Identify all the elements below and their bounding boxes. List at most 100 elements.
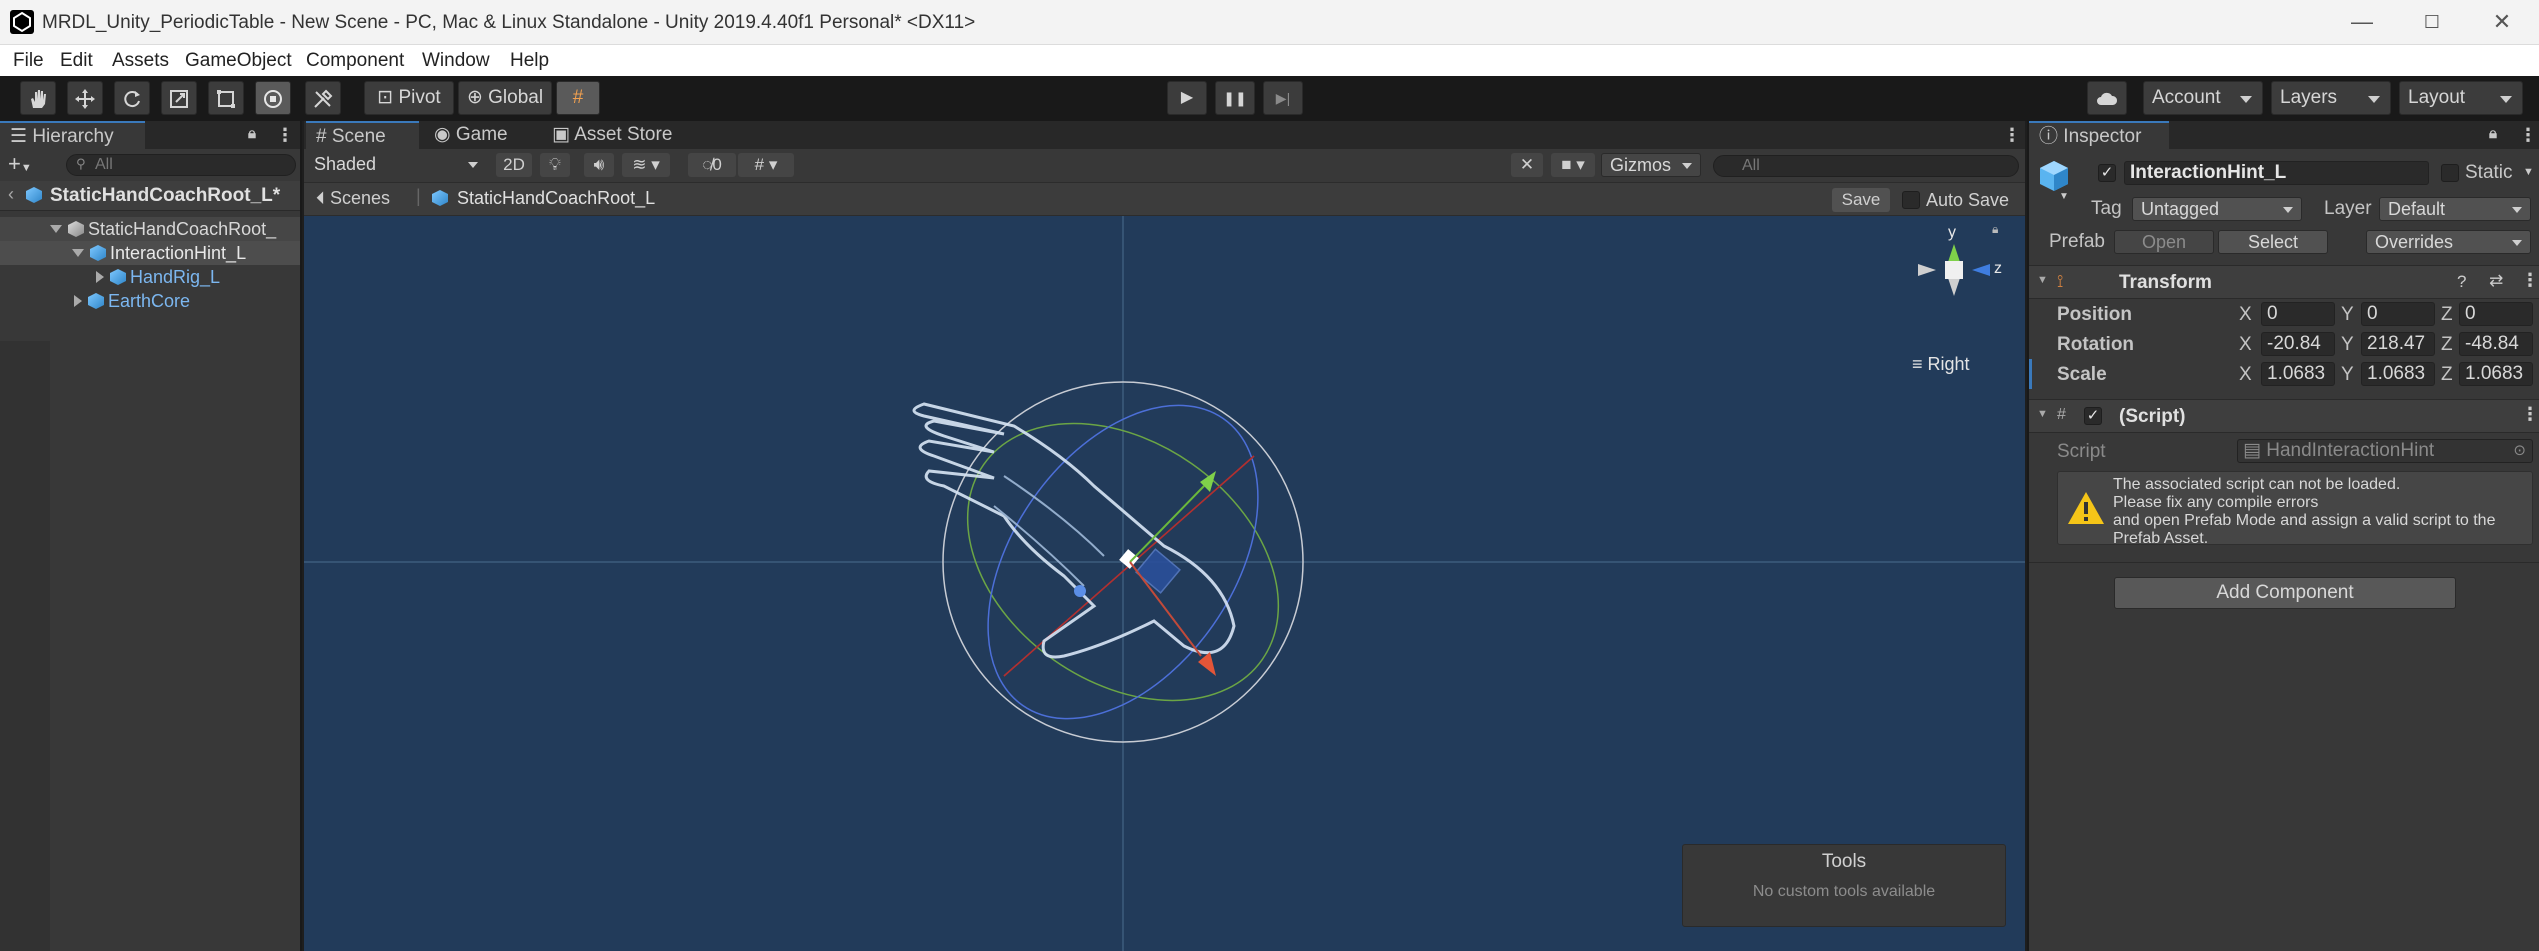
tools-toggle-icon[interactable]: ✕ — [1511, 153, 1543, 177]
scale-gizmo-cube[interactable] — [1135, 548, 1181, 594]
menu-assets[interactable]: Assets — [112, 50, 169, 72]
scale-x-field[interactable]: 1.0683 — [2261, 362, 2335, 386]
pause-button[interactable]: ❚❚ — [1215, 81, 1255, 115]
auto-save-checkbox[interactable] — [1902, 191, 1920, 209]
tab-game[interactable]: ◉ Game — [424, 121, 534, 149]
grid-snap-button[interactable]: # — [556, 81, 600, 115]
gizmo-lock-icon[interactable]: 🔒︎ — [1992, 222, 1998, 237]
component-menu-icon[interactable]: ⋮ — [2521, 404, 2539, 425]
menu-edit[interactable]: Edit — [60, 50, 93, 72]
effects-dropdown-icon[interactable]: ≋ ▾ — [622, 153, 670, 177]
hierarchy-item[interactable]: StaticHandCoachRoot_ — [0, 217, 300, 241]
add-component-button[interactable]: Add Component — [2114, 577, 2456, 609]
scene-menu-icon[interactable]: ⋮ — [2003, 125, 2021, 146]
z-axis-handle[interactable] — [1074, 585, 1086, 597]
rect-tool-icon[interactable] — [208, 81, 244, 115]
hierarchy-search-input[interactable]: All — [66, 154, 296, 176]
icon-dropdown-arrow[interactable]: ▼ — [2059, 191, 2069, 202]
close-button[interactable]: ✕ — [2479, 8, 2525, 36]
play-button[interactable]: ▶ — [1167, 81, 1207, 115]
rotation-x-field[interactable]: -20.84 — [2261, 332, 2335, 356]
minimize-button[interactable]: — — [2339, 8, 2385, 36]
custom-tool-icon[interactable] — [305, 81, 341, 115]
prefab-select-button[interactable]: Select — [2218, 230, 2328, 254]
script-object-field[interactable]: ▤ HandInteractionHint ⊙ — [2237, 439, 2533, 463]
global-toggle[interactable]: ⊕ Global — [458, 81, 552, 115]
gizmos-dropdown[interactable]: Gizmos — [1601, 153, 1701, 177]
collapse-arrow-icon[interactable] — [74, 295, 82, 307]
center-cube[interactable] — [1945, 261, 1963, 279]
layer-dropdown[interactable]: Default — [2379, 197, 2531, 221]
tag-dropdown[interactable]: Untagged — [2132, 197, 2302, 221]
camera-dropdown-icon[interactable]: ■ ▾ — [1551, 153, 1595, 177]
hierarchy-item[interactable]: EarthCore — [0, 289, 300, 313]
prefab-overrides-dropdown[interactable]: Overrides — [2366, 230, 2531, 254]
scene-viewport[interactable]: y z 🔒︎ ≡ Right Tools No custom tools ava… — [304, 216, 2025, 951]
menu-component[interactable]: Component — [306, 50, 404, 72]
pivot-toggle[interactable]: ⊡ Pivot — [364, 81, 454, 115]
hand-tool-icon[interactable] — [20, 81, 56, 115]
inspector-lock-icon[interactable]: 🔒︎ — [2489, 125, 2497, 142]
transform-header[interactable]: ▼ ⟟ Transform ? ⇄ ⋮ — [2029, 265, 2539, 299]
lock-icon[interactable]: 🔒︎ — [248, 125, 256, 142]
create-button[interactable]: +▼ — [8, 151, 32, 177]
view-orientation-label[interactable]: ≡ Right — [1912, 354, 1970, 375]
grid-toggle-icon[interactable]: # ▾ — [738, 153, 794, 177]
menu-help[interactable]: Help — [510, 50, 549, 72]
prefab-open-button[interactable]: Open — [2114, 230, 2214, 254]
prefab-breadcrumb[interactable]: ‹ StaticHandCoachRoot_L* — [0, 181, 300, 211]
hierarchy-item-selected[interactable]: InteractionHint_L — [0, 241, 300, 265]
expand-arrow-icon[interactable] — [50, 225, 62, 233]
static-checkbox[interactable] — [2441, 164, 2459, 182]
move-tool-icon[interactable] — [67, 81, 103, 115]
active-checkbox[interactable]: ✓ — [2098, 164, 2116, 182]
object-picker-icon[interactable]: ⊙ — [2513, 440, 2526, 462]
step-button[interactable]: ▶| — [1263, 81, 1303, 115]
2d-toggle[interactable]: 2D — [496, 153, 532, 177]
transform-tool-icon[interactable] — [255, 81, 291, 115]
cloud-button[interactable] — [2087, 81, 2127, 115]
rotate-tool-icon[interactable] — [114, 81, 150, 115]
foldout-arrow-icon[interactable]: ▼ — [2037, 274, 2048, 286]
position-z-field[interactable]: 0 — [2459, 302, 2533, 326]
scale-z-field[interactable]: 1.0683 — [2459, 362, 2533, 386]
menu-gameobject[interactable]: GameObject — [185, 50, 292, 72]
help-icon[interactable]: ? — [2457, 272, 2466, 292]
back-arrow-icon[interactable]: ‹ — [8, 184, 14, 205]
orientation-gizmo[interactable]: y z 🔒︎ — [1904, 222, 2004, 336]
prefab-breadcrumb-item[interactable]: StaticHandCoachRoot_L — [432, 188, 655, 209]
scene-search-input[interactable]: All — [1713, 155, 2019, 177]
object-name-field[interactable]: InteractionHint_L — [2124, 161, 2429, 185]
audio-toggle-icon[interactable]: 🔊︎ — [584, 153, 614, 177]
scenes-breadcrumb[interactable]: ⏴ Scenes — [316, 188, 390, 209]
neg-y-cone[interactable] — [1948, 278, 1960, 296]
layout-dropdown[interactable]: Layout — [2399, 81, 2523, 115]
neg-z-cone[interactable] — [1918, 264, 1936, 276]
gameobject-cube-icon[interactable] — [2037, 159, 2071, 193]
save-prefab-button[interactable]: Save — [1832, 188, 1890, 212]
rotation-y-field[interactable]: 218.47 — [2361, 332, 2435, 356]
script-header[interactable]: ▼ # ✓ (Script) ⋮ — [2029, 399, 2539, 433]
expand-arrow-icon[interactable] — [72, 249, 84, 257]
pivot-handle[interactable] — [1119, 549, 1139, 569]
tab-asset-store[interactable]: ▣ Asset Store — [542, 121, 702, 149]
y-cone[interactable] — [1948, 244, 1960, 262]
menu-window[interactable]: Window — [422, 50, 490, 72]
script-enabled-checkbox[interactable]: ✓ — [2084, 407, 2102, 425]
inspector-menu-icon[interactable]: ⋮ — [2519, 125, 2537, 146]
shading-mode-dropdown[interactable]: Shaded — [306, 153, 486, 177]
position-x-field[interactable]: 0 — [2261, 302, 2335, 326]
tab-scene[interactable]: # Scene — [306, 121, 419, 149]
tab-inspector[interactable]: ⓘ Inspector — [2029, 121, 2169, 149]
hidden-objects-toggle[interactable]: ◌̸0 — [688, 153, 736, 177]
collapse-arrow-icon[interactable] — [96, 271, 104, 283]
layers-dropdown[interactable]: Layers — [2271, 81, 2391, 115]
hand-model[interactable] — [912, 402, 1236, 659]
rotation-z-field[interactable]: -48.84 — [2459, 332, 2533, 356]
position-y-field[interactable]: 0 — [2361, 302, 2435, 326]
scale-y-field[interactable]: 1.0683 — [2361, 362, 2435, 386]
menu-file[interactable]: File — [13, 50, 44, 72]
hierarchy-menu-icon[interactable]: ⋮ — [276, 125, 294, 146]
z-cone[interactable] — [1972, 264, 1990, 276]
foldout-arrow-icon[interactable]: ▼ — [2037, 408, 2048, 420]
